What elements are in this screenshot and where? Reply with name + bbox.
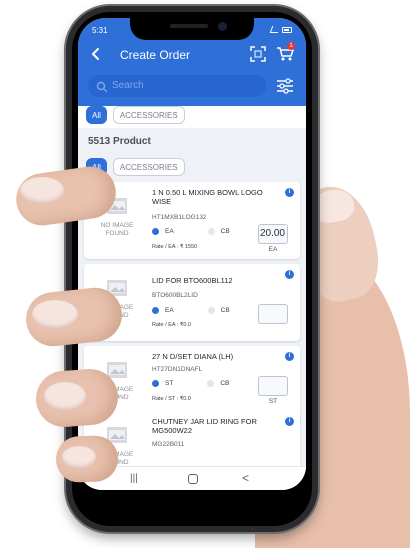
product-name: 1 N 0.50 L MIXING BOWL LOGO WISE: [152, 188, 263, 206]
radio-cb[interactable]: [207, 228, 215, 235]
radio-cb[interactable]: [207, 307, 215, 314]
back-button[interactable]: <: [242, 471, 249, 485]
product-count: 5513 Product: [88, 136, 151, 147]
nail-pinky: [62, 446, 96, 468]
tab-accessories[interactable]: ACCESSORIES: [112, 106, 185, 124]
product-code: HT1MXB1LOG132: [152, 214, 207, 221]
radio-ea[interactable]: [152, 228, 159, 235]
radio-ea-label: EA: [165, 307, 174, 314]
quantity-input[interactable]: [258, 304, 288, 324]
scan-icon[interactable]: [250, 46, 266, 62]
info-icon[interactable]: i: [285, 188, 294, 197]
rate-text: Rate / ST : ₹0.0: [152, 396, 191, 402]
product-name: 27 N D/SET DIANA (LH): [152, 352, 234, 361]
nail-ring: [44, 382, 86, 410]
uom-options: ST CB: [152, 380, 229, 387]
info-icon[interactable]: i: [285, 270, 294, 279]
search-icon: [96, 80, 108, 93]
recent-apps-button[interactable]: |||: [130, 473, 138, 484]
filter-tab-accessories[interactable]: ACCESSORIES: [112, 158, 185, 176]
radio-ea[interactable]: [152, 307, 159, 314]
rate-text: Rate / EA : ₹ 1550: [152, 244, 198, 250]
battery-icon: [282, 26, 292, 33]
product-card[interactable]: NO IMAGE FOUND 1 N 0.50 L MIXING BOWL LO…: [84, 182, 300, 259]
rate-text: Rate / EA : ₹0.0: [152, 322, 191, 328]
product-name: LID FOR BTO600BL112: [152, 276, 233, 285]
quantity-input[interactable]: 20.00: [258, 224, 288, 244]
quantity-input[interactable]: [258, 376, 288, 396]
radio-st-label: ST: [165, 380, 174, 387]
phone-notch: [130, 18, 254, 40]
radio-cb-label: CB: [220, 228, 230, 235]
uom-options: EA CB: [152, 307, 230, 314]
back-icon[interactable]: [88, 46, 104, 62]
category-tabs: All ACCESSORIES: [86, 106, 185, 124]
quantity-unit: ST: [268, 398, 278, 405]
nail-index: [20, 177, 64, 203]
search-placeholder: Search: [112, 80, 144, 91]
home-button[interactable]: [188, 474, 198, 484]
cart-badge: 1: [287, 42, 295, 50]
product-code: BTO600BL2LID: [152, 292, 198, 299]
front-camera: [218, 22, 227, 31]
radio-cb[interactable]: [207, 380, 215, 387]
speaker-grille: [170, 24, 208, 28]
info-icon[interactable]: i: [285, 352, 294, 361]
info-icon[interactable]: i: [285, 417, 294, 426]
radio-st[interactable]: [152, 380, 159, 387]
signal-icon: [269, 26, 281, 33]
status-time: 5:31: [92, 26, 108, 35]
no-image-text: NO IMAGE FOUND: [100, 222, 134, 237]
filter-icon[interactable]: [276, 78, 294, 94]
search-bar[interactable]: Search: [88, 75, 266, 97]
tab-all[interactable]: All: [86, 106, 107, 124]
product-name: CHUTNEY JAR LID RING FOR MG500W22: [152, 417, 257, 435]
radio-cb-label: CB: [220, 380, 230, 387]
status-icons: [269, 26, 292, 33]
quantity-unit: EA: [268, 246, 278, 253]
radio-ea-label: EA: [165, 228, 174, 235]
nail-middle: [32, 300, 78, 328]
radio-cb-label: CB: [220, 307, 230, 314]
page-title: Create Order: [120, 48, 191, 62]
uom-options: EA CB: [152, 228, 230, 235]
product-code: HT27DN1DNAFL: [152, 366, 203, 373]
app-screen: 5:31 Create Order 1 Search All ACCESSORI…: [78, 18, 306, 490]
product-code: MG22B011: [152, 441, 185, 448]
